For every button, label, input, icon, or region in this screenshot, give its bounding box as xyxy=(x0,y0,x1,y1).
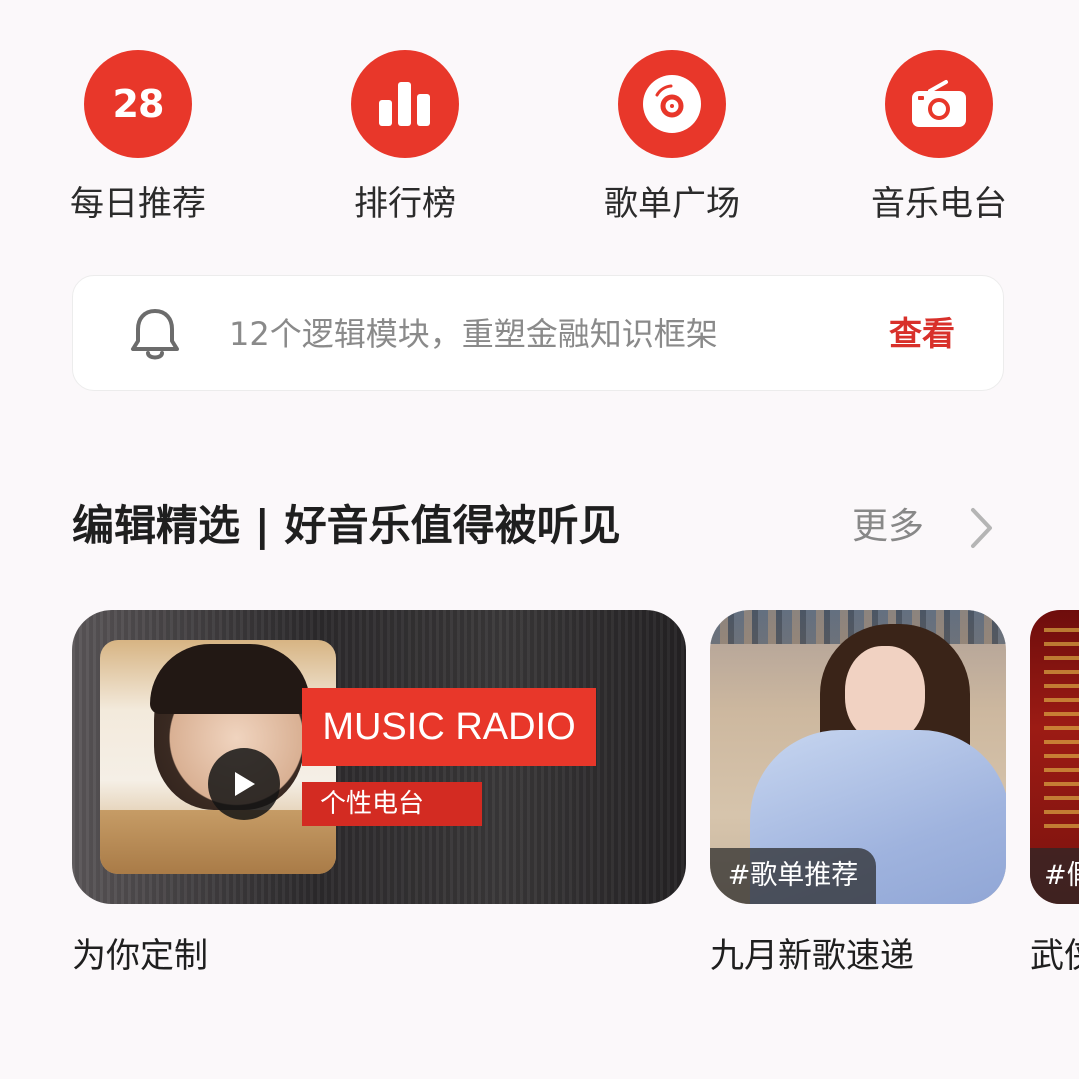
photo-face xyxy=(845,646,925,742)
card-september-new-songs[interactable]: #歌单推荐 xyxy=(710,610,1006,904)
card-caption[interactable]: 为你定制 xyxy=(72,932,208,980)
nav-music-radio[interactable]: 音乐电台 xyxy=(829,50,1049,226)
card-pattern xyxy=(1044,628,1079,828)
nav-daily-recommend[interactable]: 28 每日推荐 xyxy=(28,50,248,226)
bar-chart-icon xyxy=(351,50,459,158)
calendar-date-icon: 28 xyxy=(84,50,192,158)
card-partial-third[interactable]: #假 xyxy=(1030,610,1079,904)
view-button[interactable]: 查看 xyxy=(889,312,955,356)
notice-text: 12个逻辑模块，重塑金融知识框架 xyxy=(229,315,718,353)
card-caption[interactable]: 九月新歌速递 xyxy=(710,932,914,980)
notice-bar[interactable]: 12个逻辑模块，重塑金融知识框架 查看 xyxy=(72,275,1004,391)
bell-icon xyxy=(129,307,181,367)
chevron-right-icon[interactable] xyxy=(966,506,996,554)
playlist-badge: #歌单推荐 xyxy=(710,848,876,904)
calendar-date-text: 28 xyxy=(112,82,165,126)
vinyl-disc-icon xyxy=(618,50,726,158)
page: 28 每日推荐 排行榜 歌单广场 音乐电台 12个逻辑模块，重塑金融知识框架 查… xyxy=(0,0,1079,1079)
nav-label: 歌单广场 xyxy=(604,184,740,224)
card-badge: #假 xyxy=(1030,848,1079,904)
play-icon[interactable] xyxy=(208,748,280,820)
music-radio-tag: MUSIC RADIO xyxy=(302,688,596,766)
more-button[interactable]: 更多 xyxy=(852,502,924,552)
nav-charts[interactable]: 排行榜 xyxy=(295,50,515,226)
album-hair xyxy=(150,644,310,714)
nav-label: 每日推荐 xyxy=(70,184,206,224)
card-caption[interactable]: 武侠 xyxy=(1030,932,1079,980)
nav-label: 音乐电台 xyxy=(871,184,1007,224)
nav-playlist-square[interactable]: 歌单广场 xyxy=(562,50,782,226)
section-title: 编辑精选 | 好音乐值得被听见 xyxy=(72,501,621,550)
radio-icon xyxy=(885,50,993,158)
album-cover xyxy=(100,640,336,874)
nav-label: 排行榜 xyxy=(354,184,456,224)
personal-radio-tag: 个性电台 xyxy=(302,782,482,826)
card-personal-radio[interactable]: MUSIC RADIO 个性电台 xyxy=(72,610,686,904)
album-band xyxy=(100,810,336,874)
